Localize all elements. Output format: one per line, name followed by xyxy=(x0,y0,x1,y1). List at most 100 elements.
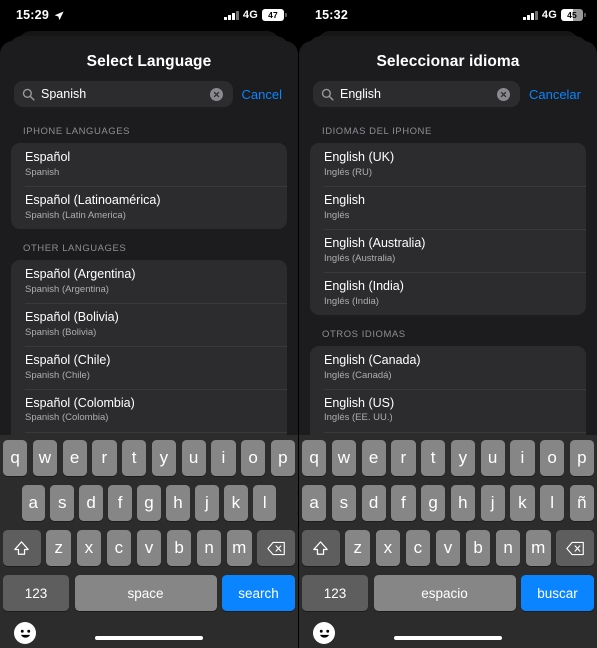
list-item[interactable]: Español (Chile) Spanish (Chile) xyxy=(11,345,287,389)
key-w[interactable]: w xyxy=(32,440,57,476)
key-a[interactable]: a xyxy=(21,485,45,521)
language-translated-name: Spanish (Colombia) xyxy=(25,412,109,424)
search-action-key[interactable]: search xyxy=(222,575,295,611)
clear-circle-icon[interactable] xyxy=(496,87,510,101)
key-w[interactable]: w xyxy=(331,440,356,476)
key-b[interactable]: b xyxy=(166,530,192,566)
key-l[interactable]: l xyxy=(540,485,565,521)
key-e[interactable]: e xyxy=(361,440,386,476)
key-enye[interactable]: ñ xyxy=(569,485,594,521)
key-r[interactable]: r xyxy=(92,440,117,476)
on-screen-keyboard[interactable]: q w e r t y u i o p a s d f g h j k l z … xyxy=(0,435,298,648)
key-k[interactable]: k xyxy=(224,485,248,521)
numbers-key[interactable]: 123 xyxy=(302,575,368,611)
key-k[interactable]: k xyxy=(510,485,535,521)
key-e[interactable]: e xyxy=(62,440,87,476)
key-f[interactable]: f xyxy=(391,485,416,521)
key-f[interactable]: f xyxy=(108,485,132,521)
language-translated-name: Inglés (India) xyxy=(324,295,379,307)
status-bar-right: 4G 45 xyxy=(523,9,586,21)
backspace-icon[interactable] xyxy=(556,530,595,566)
language-translated-name: Inglés (RU) xyxy=(324,166,373,178)
key-z[interactable]: z xyxy=(46,530,72,566)
list-item[interactable]: Español Spanish xyxy=(11,143,287,186)
key-b[interactable]: b xyxy=(465,530,491,566)
key-c[interactable]: c xyxy=(106,530,132,566)
smiley-face-icon[interactable] xyxy=(313,622,335,644)
section-header: IDIOMAS DEL IPHONE xyxy=(322,126,432,137)
on-screen-keyboard[interactable]: q w e r t y u i o p a s d f g h j k l ñ … xyxy=(299,435,597,648)
key-p[interactable]: p xyxy=(569,440,594,476)
key-y[interactable]: y xyxy=(151,440,176,476)
key-n[interactable]: n xyxy=(495,530,521,566)
cancel-button[interactable]: Cancel xyxy=(242,87,284,102)
list-item[interactable]: English (Canada) Inglés (Canadá) xyxy=(310,346,586,389)
shift-arrow-icon[interactable] xyxy=(2,530,41,566)
key-h[interactable]: h xyxy=(450,485,475,521)
key-d[interactable]: d xyxy=(79,485,103,521)
key-o[interactable]: o xyxy=(241,440,266,476)
key-m[interactable]: m xyxy=(525,530,551,566)
key-s[interactable]: s xyxy=(331,485,356,521)
key-z[interactable]: z xyxy=(345,530,371,566)
key-h[interactable]: h xyxy=(166,485,190,521)
list-item[interactable]: Español (Argentina) Spanish (Argentina) xyxy=(11,260,287,303)
key-r[interactable]: r xyxy=(391,440,416,476)
list-item[interactable]: English (US) Inglés (EE. UU.) xyxy=(310,388,586,432)
list-item[interactable]: Español (Bolivia) Spanish (Bolivia) xyxy=(11,302,287,346)
backspace-icon[interactable] xyxy=(257,530,296,566)
key-x[interactable]: x xyxy=(375,530,401,566)
search-input[interactable]: English xyxy=(313,81,520,107)
key-y[interactable]: y xyxy=(450,440,475,476)
search-input[interactable]: Spanish xyxy=(14,81,233,107)
list-item[interactable]: Español (Latinoamérica) Spanish (Latin A… xyxy=(11,185,287,229)
key-v[interactable]: v xyxy=(435,530,461,566)
status-bar-time: 15:32 xyxy=(315,8,348,22)
key-j[interactable]: j xyxy=(195,485,219,521)
clear-circle-icon[interactable] xyxy=(209,87,223,101)
key-u[interactable]: u xyxy=(181,440,206,476)
key-x[interactable]: x xyxy=(76,530,102,566)
key-n[interactable]: n xyxy=(196,530,222,566)
search-row: English Cancelar xyxy=(299,81,597,107)
list-item[interactable]: English (Australia) Inglés (Australia) xyxy=(310,228,586,272)
space-key[interactable]: space xyxy=(74,575,217,611)
search-action-key[interactable]: buscar xyxy=(521,575,594,611)
key-o[interactable]: o xyxy=(540,440,565,476)
key-t[interactable]: t xyxy=(421,440,446,476)
key-c[interactable]: c xyxy=(405,530,431,566)
key-i[interactable]: i xyxy=(211,440,236,476)
list-item[interactable]: English (UK) Inglés (RU) xyxy=(310,143,586,186)
key-l[interactable]: l xyxy=(253,485,277,521)
key-d[interactable]: d xyxy=(361,485,386,521)
list-item[interactable]: English Inglés xyxy=(310,185,586,229)
list-item[interactable]: Español (Colombia) Spanish (Colombia) xyxy=(11,388,287,432)
key-a[interactable]: a xyxy=(302,485,327,521)
key-q[interactable]: q xyxy=(3,440,28,476)
numbers-key[interactable]: 123 xyxy=(3,575,69,611)
key-g[interactable]: g xyxy=(137,485,161,521)
key-p[interactable]: p xyxy=(270,440,295,476)
list-item[interactable]: English (India) Inglés (India) xyxy=(310,271,586,315)
smiley-face-icon[interactable] xyxy=(14,622,36,644)
shift-arrow-icon[interactable] xyxy=(301,530,340,566)
dual-screenshot-comparison: 15:29 4G 47 Select Language Spanish Canc… xyxy=(0,0,597,648)
key-g[interactable]: g xyxy=(421,485,446,521)
language-translated-name: Spanish (Chile) xyxy=(25,369,90,381)
keyboard-row-3: z x c v b n m xyxy=(299,530,597,566)
status-bar: 15:32 4G 45 xyxy=(299,0,597,30)
key-t[interactable]: t xyxy=(122,440,147,476)
language-native-name: English xyxy=(324,192,365,207)
cancel-button[interactable]: Cancelar xyxy=(529,87,583,102)
key-s[interactable]: s xyxy=(50,485,74,521)
key-v[interactable]: v xyxy=(136,530,162,566)
network-type-label: 4G xyxy=(541,9,557,21)
key-i[interactable]: i xyxy=(510,440,535,476)
key-u[interactable]: u xyxy=(480,440,505,476)
keyboard-row-2: a s d f g h j k l xyxy=(0,485,298,521)
key-m[interactable]: m xyxy=(226,530,252,566)
location-arrow-icon xyxy=(54,10,64,21)
key-q[interactable]: q xyxy=(302,440,327,476)
space-key[interactable]: espacio xyxy=(373,575,516,611)
key-j[interactable]: j xyxy=(480,485,505,521)
